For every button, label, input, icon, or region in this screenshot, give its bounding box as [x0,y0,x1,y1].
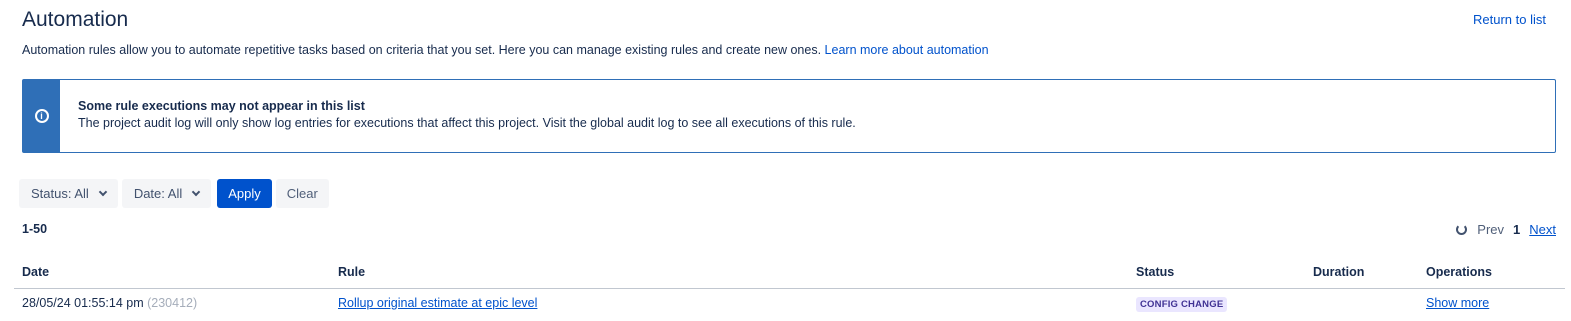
info-notice-stripe: i [23,80,60,152]
refresh-icon[interactable] [1456,224,1468,235]
results-range: 1-50 [22,222,48,236]
chevron-down-icon [191,187,201,197]
audit-log-table: Date Rule Status Duration Operations 28/… [14,262,1565,318]
pager-prev: Prev [1477,222,1505,237]
page-title: Automation [22,8,129,31]
column-header-operations: Operations [1426,265,1492,279]
show-more-link[interactable]: Show more [1426,296,1489,310]
execution-id: (230412) [147,296,198,310]
cell-date: 28/05/24 01:55:14 pm (230412) [22,296,197,310]
info-icon: i [34,109,49,123]
filter-bar: Status: All Date: All Apply Clear [19,179,329,208]
intro-paragraph: Automation rules allow you to automate r… [22,43,989,57]
intro-text: Automation rules allow you to automate r… [22,43,822,57]
date-filter-label: Date: All [133,186,183,201]
pager-next-link[interactable]: Next [1529,222,1556,237]
column-header-status: Status [1136,265,1175,279]
clear-button[interactable]: Clear [275,179,329,208]
table-row: 28/05/24 01:55:14 pm (230412) Rollup ori… [14,289,1565,318]
info-notice-body: The project audit log will only show log… [78,116,856,130]
info-notice: i Some rule executions may not appear in… [22,79,1556,153]
execution-date: 28/05/24 01:55:14 pm [22,296,144,310]
rule-link[interactable]: Rollup original estimate at epic level [338,296,537,310]
info-notice-content: Some rule executions may not appear in t… [60,80,856,152]
pager-current-page: 1 [1513,222,1521,237]
learn-more-link[interactable]: Learn more about automation [825,43,989,57]
column-header-date: Date [22,265,50,279]
chevron-down-icon [98,187,108,197]
apply-button[interactable]: Apply [217,179,272,208]
column-header-duration: Duration [1313,265,1365,279]
table-header: Date Rule Status Duration Operations [14,262,1565,289]
info-notice-heading: Some rule executions may not appear in t… [78,99,365,113]
status-badge: CONFIG CHANGE [1136,297,1228,312]
column-header-rule: Rule [338,265,366,279]
status-filter-label: Status: All [31,186,89,201]
status-filter-dropdown[interactable]: Status: All [19,179,118,208]
date-filter-dropdown[interactable]: Date: All [121,179,212,208]
pagination: Prev 1 Next [1456,222,1556,237]
cell-status: CONFIG CHANGE [1136,296,1228,312]
return-to-list-link[interactable]: Return to list [1473,12,1546,27]
